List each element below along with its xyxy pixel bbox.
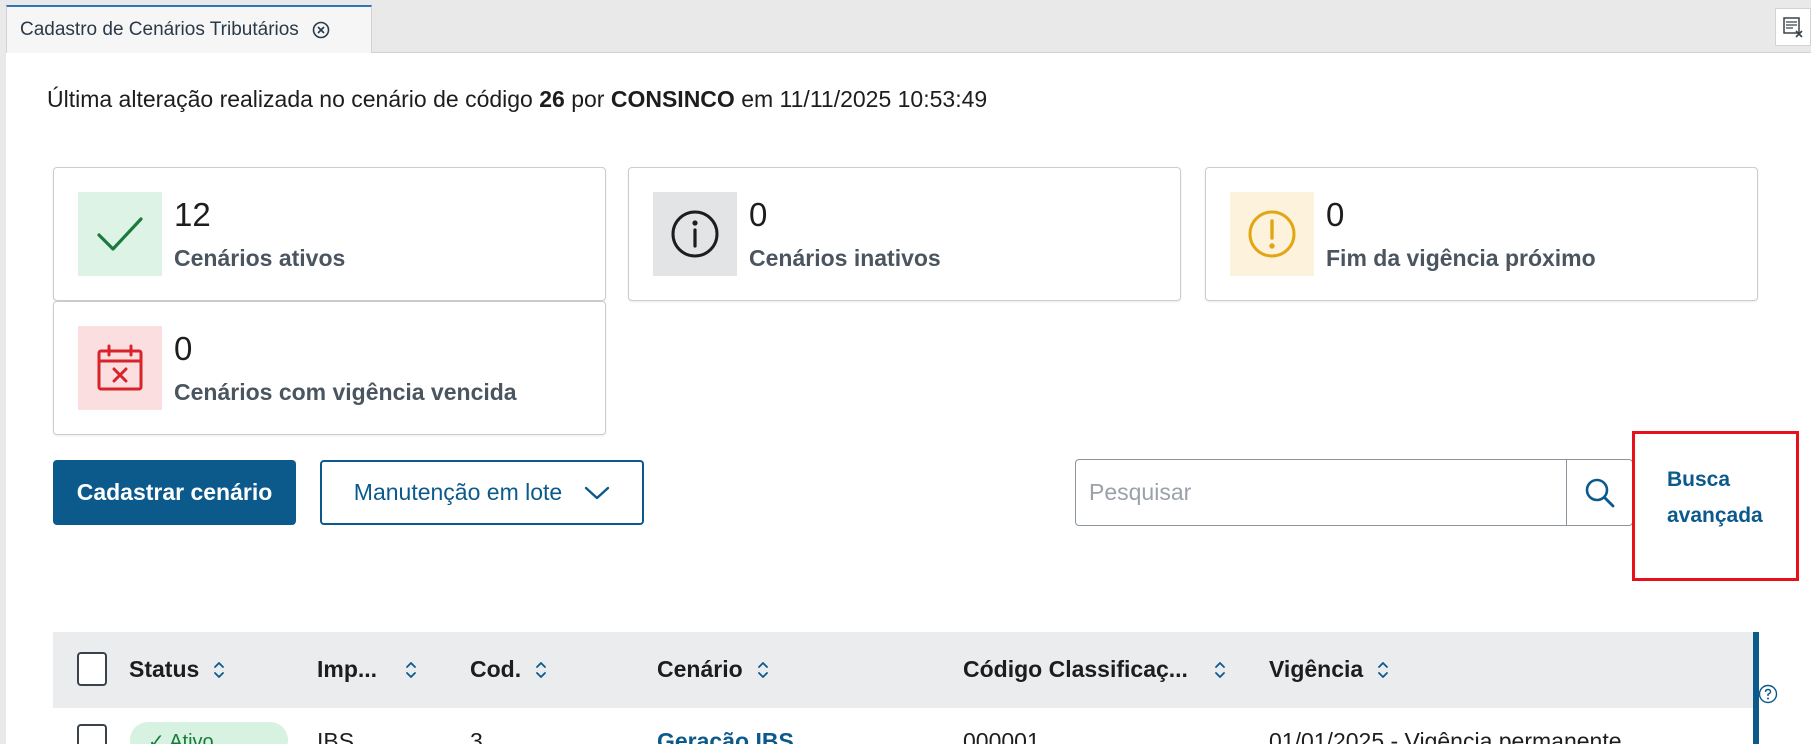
- search-input[interactable]: [1076, 460, 1566, 525]
- card-inactive-scenarios[interactable]: 0 Cenários inativos: [628, 167, 1181, 301]
- close-circle-icon[interactable]: [311, 20, 331, 40]
- card-active-scenarios[interactable]: 12 Cenários ativos: [53, 167, 606, 301]
- close-all-tabs-button[interactable]: [1775, 8, 1811, 46]
- check-icon: [78, 192, 162, 276]
- register-scenario-button[interactable]: Cadastrar cenário: [53, 460, 296, 525]
- card-count: 12: [174, 196, 211, 233]
- warning-icon: [1230, 192, 1314, 276]
- search-button[interactable]: [1567, 460, 1633, 525]
- sort-icon[interactable]: [213, 660, 225, 680]
- cell-vigencia: 01/01/2025 - Vigência permanente: [1269, 728, 1622, 744]
- select-all-checkbox[interactable]: [77, 652, 107, 686]
- cell-cod: 3: [470, 728, 483, 744]
- column-header-imp[interactable]: Imp...: [317, 656, 417, 683]
- card-label: Cenários inativos: [749, 245, 941, 271]
- card-label: Fim da vigência próximo: [1326, 245, 1596, 271]
- status-badge: ✓ Ativo: [130, 722, 288, 744]
- column-header-vigencia[interactable]: Vigência: [1269, 656, 1389, 683]
- table-row[interactable]: ✓ Ativo IBS 3 Geração IBS 000001 01/01/2…: [53, 708, 1753, 744]
- sort-icon[interactable]: [757, 660, 769, 680]
- last-change-code: 26: [539, 86, 565, 112]
- card-count: 0: [174, 330, 193, 367]
- card-count: 0: [1326, 196, 1345, 233]
- column-header-cenario[interactable]: Cenário: [657, 656, 769, 683]
- card-count: 0: [749, 196, 768, 233]
- last-change-datetime: 11/11/2025 10:53:49: [779, 86, 988, 112]
- batch-maintenance-label: Manutenção em lote: [353, 479, 563, 505]
- tab-cadastro-cenarios[interactable]: Cadastro de Cenários Tributários: [6, 5, 372, 53]
- batch-maintenance-dropdown[interactable]: Manutenção em lote: [320, 460, 644, 525]
- card-label: Cenários com vigência vencida: [174, 379, 517, 405]
- help-icon[interactable]: [1758, 684, 1778, 704]
- window-list-close-icon: [1783, 17, 1803, 38]
- cell-cenario-link[interactable]: Geração IBS: [657, 728, 794, 744]
- last-change-user: CONSINCO: [610, 86, 735, 112]
- chevron-down-icon: [585, 486, 610, 499]
- search-box: [1075, 459, 1633, 526]
- search-icon: [1585, 478, 1615, 507]
- last-change-info: Última alteração realizada no cenário de…: [47, 86, 988, 112]
- card-validity-ending[interactable]: 0 Fim da vigência próximo: [1205, 167, 1758, 301]
- column-header-cod[interactable]: Cod.: [470, 656, 547, 683]
- calendar-x-icon: [78, 326, 162, 410]
- card-label: Cenários ativos: [174, 245, 346, 271]
- row-checkbox[interactable]: [77, 724, 107, 744]
- tab-title: Cadastro de Cenários Tributários: [20, 19, 299, 40]
- sort-icon[interactable]: [535, 660, 547, 680]
- left-frame-edge: [0, 0, 6, 744]
- sort-icon[interactable]: [405, 660, 417, 680]
- tab-strip: Cadastro de Cenários Tributários: [0, 0, 1811, 53]
- info-icon: [653, 192, 737, 276]
- table-header: Status Imp... Cod. Cenário Código Classi…: [53, 632, 1753, 708]
- sort-icon[interactable]: [1214, 660, 1226, 680]
- column-header-codigo-classificacao[interactable]: Código Classificaç...: [963, 656, 1226, 683]
- advanced-search-link[interactable]: Busca avançada: [1667, 462, 1787, 534]
- card-expired-validity[interactable]: 0 Cenários com vigência vencida: [53, 301, 606, 435]
- column-header-status[interactable]: Status: [129, 656, 225, 683]
- sort-icon[interactable]: [1377, 660, 1389, 680]
- cell-imp: IBS: [317, 728, 355, 744]
- app-window: Cadastro de Cenários Tributários Última …: [0, 0, 1811, 744]
- cell-classificacao: 000001: [963, 728, 1040, 744]
